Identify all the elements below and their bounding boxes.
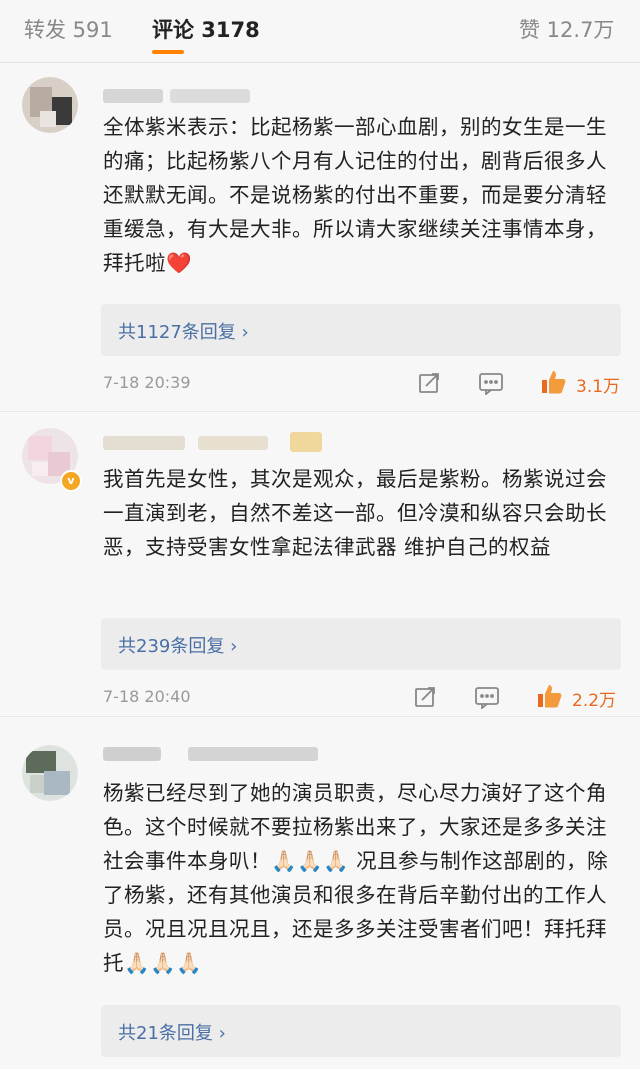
comment-icon[interactable] xyxy=(478,371,504,399)
username-blurred[interactable] xyxy=(103,747,161,761)
replies-link[interactable]: 共1127条回复 › xyxy=(101,304,621,356)
tab-likes[interactable]: 赞 12.7万 xyxy=(519,14,614,44)
tab-active-indicator xyxy=(152,50,184,54)
like-count: 2.2万 xyxy=(572,691,617,711)
repost-icon[interactable] xyxy=(413,685,437,713)
comment-item: 全体紫米表示：比起杨紫一部心血剧，别的女生是一生的痛；比起杨紫八个月有人记住的付… xyxy=(0,63,640,411)
username-blurred[interactable] xyxy=(103,89,163,103)
username-blurred xyxy=(170,89,250,103)
comment-time: 7-18 20:39 xyxy=(103,373,191,392)
username-blurred[interactable] xyxy=(103,436,185,450)
comment-time: 7-18 20:40 xyxy=(103,687,191,706)
username-emoji-blurred xyxy=(290,432,322,452)
heart-emoji: ❤️ xyxy=(166,251,193,275)
like-icon[interactable] xyxy=(539,368,567,400)
repost-icon[interactable] xyxy=(417,371,441,399)
like-count: 3.1万 xyxy=(576,377,621,397)
tab-repost[interactable]: 转发 591 xyxy=(24,14,113,44)
comment-icon[interactable] xyxy=(474,685,500,713)
comment-text: 全体紫米表示：比起杨紫一部心血剧，别的女生是一生的痛；比起杨紫八个月有人记住的付… xyxy=(103,115,607,275)
comment-text: 我首先是女性，其次是观众，最后是紫粉。杨紫说过会一直演到老，自然不差这一部。但冷… xyxy=(103,467,607,559)
comment-item: v 我首先是女性，其次是观众，最后是紫粉。杨紫说过会一直演到老，自然不差这一部。… xyxy=(0,412,640,716)
replies-count: 共21条回复 › xyxy=(118,1023,226,1044)
avatar[interactable] xyxy=(22,77,78,133)
verified-badge-icon: v xyxy=(60,470,82,492)
username-blurred xyxy=(198,436,268,450)
like-icon[interactable] xyxy=(535,682,563,714)
avatar[interactable] xyxy=(22,745,78,801)
comment-tabs: 转发 591 评论 3178 赞 12.7万 xyxy=(0,0,640,63)
replies-count: 共1127条回复 › xyxy=(118,322,249,343)
tab-comments[interactable]: 评论 3178 xyxy=(152,14,260,44)
replies-link[interactable]: 共21条回复 › xyxy=(101,1005,621,1057)
username-blurred xyxy=(188,747,318,761)
replies-link[interactable]: 共239条回复 › xyxy=(101,618,621,670)
comment-text: 杨紫已经尽到了她的演员职责，尽心尽力演好了这个角色。这个时候就不要拉杨紫出来了，… xyxy=(103,781,609,975)
replies-count: 共239条回复 › xyxy=(118,636,238,657)
comment-item: 杨紫已经尽到了她的演员职责，尽心尽力演好了这个角色。这个时候就不要拉杨紫出来了，… xyxy=(0,717,640,1069)
